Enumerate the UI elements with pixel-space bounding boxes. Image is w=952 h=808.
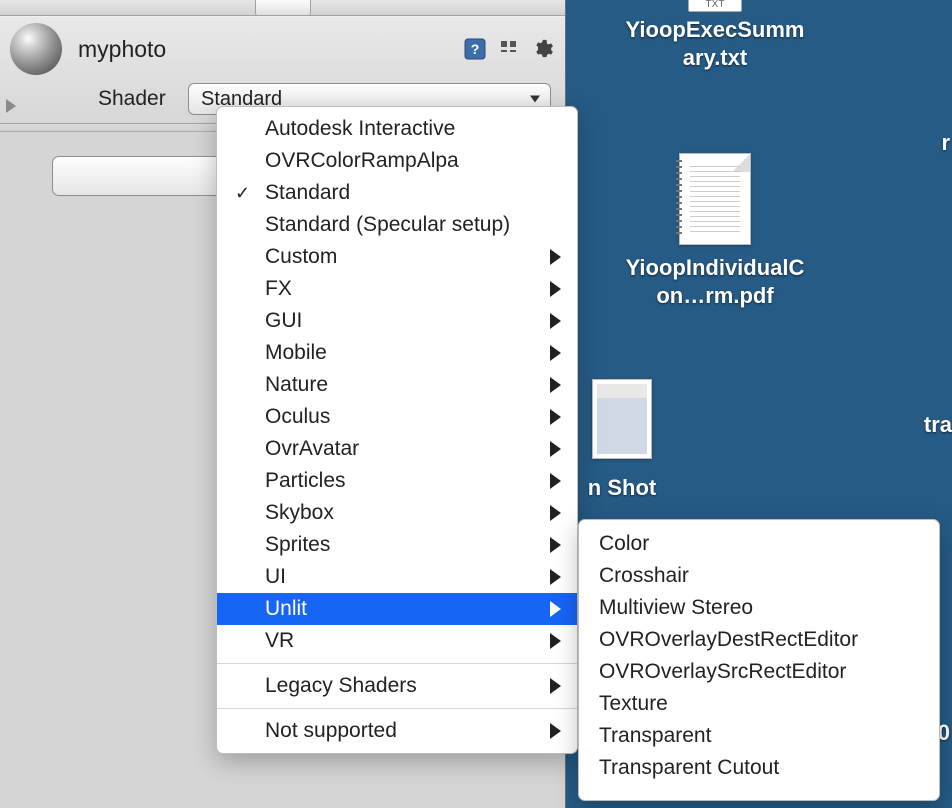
chevron-right-icon xyxy=(550,281,561,297)
screenshot-file-icon xyxy=(592,379,652,459)
unlit-submenu-item[interactable]: Texture xyxy=(579,688,939,720)
expand-arrow-icon[interactable] xyxy=(6,99,16,113)
menu-item-label: Autodesk Interactive xyxy=(265,117,455,141)
shader-menu-item[interactable]: Unlit xyxy=(217,593,577,625)
menu-item-label: Standard (Specular setup) xyxy=(265,213,510,237)
shader-menu-item[interactable]: OVRColorRampAlpa xyxy=(217,145,577,177)
top-tab-handle[interactable] xyxy=(255,0,311,16)
shader-menu-item[interactable]: FX xyxy=(217,273,577,305)
shader-menu: Autodesk Interactive OVRColorRampAlpa ✓ Sta… xyxy=(216,106,578,754)
unlit-submenu-item[interactable]: Multiview Stereo xyxy=(579,592,939,624)
shader-menu-item[interactable]: UI xyxy=(217,561,577,593)
desktop-file-txt[interactable]: TXT YioopExecSummary.txt xyxy=(625,0,805,71)
preset-icon[interactable] xyxy=(497,37,521,61)
chevron-right-icon xyxy=(550,409,561,425)
svg-text:?: ? xyxy=(471,41,480,57)
chevron-right-icon xyxy=(550,678,561,694)
menu-item-label: Legacy Shaders xyxy=(265,674,417,698)
chevron-right-icon xyxy=(550,723,561,739)
shader-menu-item[interactable]: GUI xyxy=(217,305,577,337)
chevron-right-icon xyxy=(550,505,561,521)
unlit-submenu-item[interactable]: OVROverlayDestRectEditor xyxy=(579,624,939,656)
shader-menu-item[interactable]: Oculus xyxy=(217,401,577,433)
shader-menu-item[interactable]: Legacy Shaders xyxy=(217,670,577,702)
shader-menu-item[interactable]: Custom xyxy=(217,241,577,273)
partial-text: tra xyxy=(924,412,952,438)
menu-item-label: OVRColorRampAlpa xyxy=(265,149,459,173)
chevron-right-icon xyxy=(550,377,561,393)
menu-item-label: Sprites xyxy=(265,533,330,557)
chevron-right-icon xyxy=(550,345,561,361)
chevron-down-icon xyxy=(530,96,540,103)
pdf-file-icon xyxy=(679,153,751,245)
menu-item-label: Particles xyxy=(265,469,346,493)
menu-separator xyxy=(217,663,577,664)
shader-menu-item[interactable]: Mobile xyxy=(217,337,577,369)
menu-item-label: UI xyxy=(265,565,286,589)
menu-item-label: Oculus xyxy=(265,405,330,429)
material-name[interactable]: myphoto xyxy=(78,36,463,63)
shader-menu-item[interactable]: ✓ Standard xyxy=(217,177,577,209)
desktop-file-label: YioopExecSummary.txt xyxy=(625,16,805,71)
menu-item-label: GUI xyxy=(265,309,302,333)
unlit-submenu: ColorCrosshairMultiview StereoOVROverlay… xyxy=(578,519,940,801)
desktop-file-label: YioopIndividualCon…rm.pdf xyxy=(625,254,805,309)
desktop-file-pdf[interactable]: YioopIndividualCon…rm.pdf xyxy=(625,150,805,309)
chevron-right-icon xyxy=(550,633,561,649)
partial-text: r xyxy=(941,130,950,156)
txt-file-icon: TXT xyxy=(688,0,742,12)
chevron-right-icon xyxy=(550,569,561,585)
desktop-file-label: n Shot xyxy=(588,474,656,502)
menu-separator xyxy=(217,708,577,709)
material-preview-sphere xyxy=(10,23,62,75)
menu-item-label: Standard xyxy=(265,181,350,205)
chevron-right-icon xyxy=(550,441,561,457)
menu-item-label: Skybox xyxy=(265,501,334,525)
menu-item-label: OvrAvatar xyxy=(265,437,359,461)
chevron-right-icon xyxy=(550,537,561,553)
unlit-submenu-item[interactable]: OVROverlaySrcRectEditor xyxy=(579,656,939,688)
check-icon: ✓ xyxy=(235,183,250,204)
shader-menu-item[interactable]: Autodesk Interactive xyxy=(217,113,577,145)
menu-item-label: Mobile xyxy=(265,341,327,365)
chevron-right-icon xyxy=(550,473,561,489)
unlit-submenu-item[interactable]: Crosshair xyxy=(579,560,939,592)
shader-menu-item[interactable]: Not supported xyxy=(217,715,577,747)
chevron-right-icon xyxy=(550,601,561,617)
menu-item-label: VR xyxy=(265,629,294,653)
unlit-submenu-item[interactable]: Transparent xyxy=(579,720,939,752)
shader-menu-item[interactable]: Skybox xyxy=(217,497,577,529)
menu-item-label: Nature xyxy=(265,373,328,397)
help-icon[interactable]: ? xyxy=(463,37,487,61)
inspector-top-bar xyxy=(0,0,565,16)
gear-icon[interactable] xyxy=(531,37,555,61)
shader-menu-item[interactable]: Particles xyxy=(217,465,577,497)
shader-menu-item[interactable]: OvrAvatar xyxy=(217,433,577,465)
unlit-submenu-item[interactable]: Color xyxy=(579,528,939,560)
chevron-right-icon xyxy=(550,313,561,329)
menu-item-label: Unlit xyxy=(265,597,307,621)
menu-item-label: FX xyxy=(265,277,292,301)
unlit-submenu-item[interactable]: Transparent Cutout xyxy=(579,752,939,784)
chevron-right-icon xyxy=(550,249,561,265)
menu-item-label: Custom xyxy=(265,245,337,269)
shader-field-label: Shader xyxy=(98,87,188,111)
menu-item-label: Not supported xyxy=(265,719,397,743)
shader-menu-item[interactable]: Standard (Specular setup) xyxy=(217,209,577,241)
shader-menu-item[interactable]: VR xyxy=(217,625,577,657)
shader-menu-item[interactable]: Sprites xyxy=(217,529,577,561)
shader-menu-item[interactable]: Nature xyxy=(217,369,577,401)
